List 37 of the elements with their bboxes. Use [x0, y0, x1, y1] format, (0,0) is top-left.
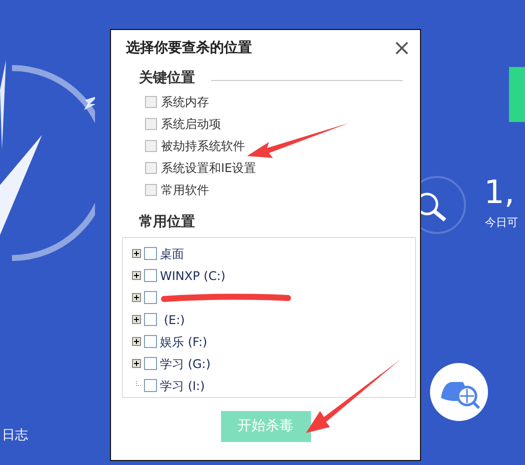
checkbox-label[interactable]: 系统设置和IE设置 — [161, 159, 256, 177]
checkbox-label[interactable]: 常用软件 — [161, 181, 209, 199]
checkbox[interactable] — [144, 335, 157, 348]
expand-icon[interactable] — [132, 337, 141, 346]
checkbox[interactable] — [145, 140, 157, 152]
detective-hat-icon[interactable] — [429, 362, 489, 422]
checkbox-label[interactable]: 系统内存 — [161, 93, 209, 111]
section-heading: 关键位置 — [139, 69, 195, 88]
stat-caption: 今日可 — [485, 215, 518, 231]
checkbox[interactable] — [144, 379, 157, 392]
checkbox[interactable] — [144, 313, 157, 326]
expand-icon[interactable] — [132, 249, 141, 258]
checkbox[interactable] — [144, 247, 157, 260]
checkbox[interactable] — [144, 291, 157, 304]
dialog-title: 选择你要查杀的位置 — [126, 39, 252, 58]
checkbox[interactable] — [145, 118, 157, 130]
expand-icon[interactable] — [132, 293, 141, 302]
tree-item-label[interactable]: 桌面 — [160, 244, 184, 262]
tree-item-label[interactable]: 学习 (G:) — [160, 354, 211, 372]
checkbox[interactable] — [145, 184, 157, 196]
log-link[interactable]: 日志 — [2, 426, 28, 446]
checkbox[interactable] — [144, 357, 157, 370]
checkbox-label[interactable]: 被劫持系统软件 — [161, 137, 245, 155]
checkbox[interactable] — [144, 269, 157, 282]
checkbox[interactable] — [145, 162, 157, 174]
expand-icon[interactable] — [132, 271, 141, 280]
tree-item-label[interactable]: 娱乐 (F:) — [160, 332, 208, 350]
expand-icon[interactable] — [132, 315, 141, 324]
checkbox-label[interactable]: 系统启动项 — [161, 115, 221, 133]
tree-item-label[interactable]: WINXP (C:) — [160, 266, 226, 284]
tree-item-label[interactable]: 学习 (I:) — [160, 376, 205, 394]
stat-value: 1, — [484, 176, 515, 208]
close-button[interactable]: × — [392, 38, 411, 60]
section-heading: 常用位置 — [139, 214, 195, 230]
expand-icon[interactable] — [132, 359, 141, 368]
checkbox[interactable] — [145, 96, 157, 108]
tree-item-label[interactable]: (E:) — [160, 310, 185, 328]
